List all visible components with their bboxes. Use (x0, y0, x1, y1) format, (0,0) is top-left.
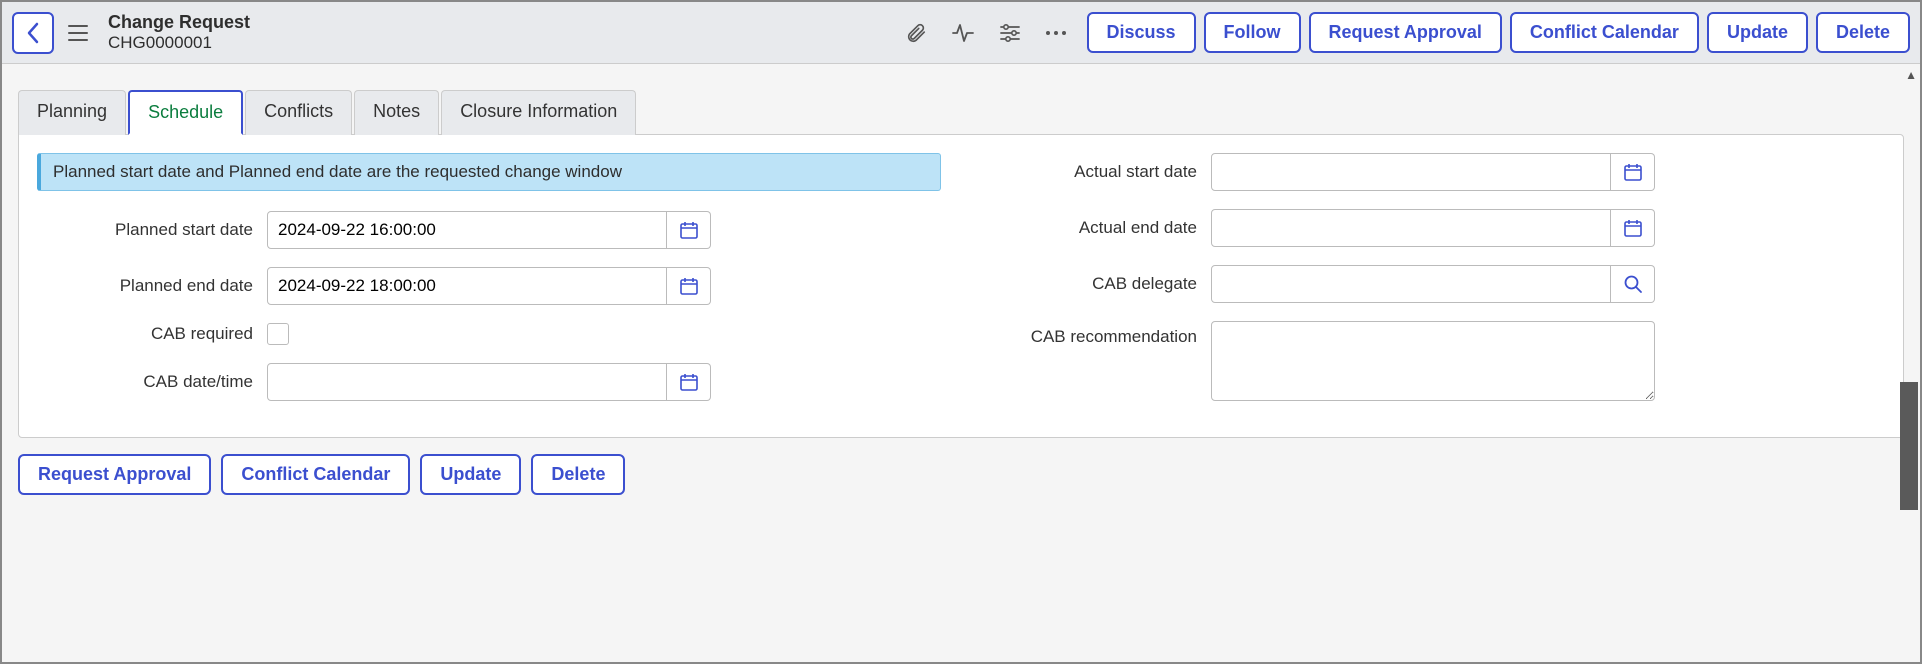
bottom-delete-button[interactable]: Delete (531, 454, 625, 495)
header-bar: Change Request CHG0000001 Discuss Follow… (2, 2, 1920, 64)
tab-closure[interactable]: Closure Information (441, 90, 636, 135)
attachment-icon[interactable] (905, 22, 927, 44)
tab-schedule[interactable]: Schedule (128, 90, 243, 135)
label-cab-recommendation: CAB recommendation (981, 321, 1211, 347)
activity-icon[interactable] (951, 23, 975, 43)
info-banner: Planned start date and Planned end date … (37, 153, 941, 191)
row-cab-recommendation: CAB recommendation (981, 321, 1885, 401)
settings-sliders-icon[interactable] (999, 23, 1021, 43)
content-area: Planning Schedule Conflicts Notes Closur… (2, 64, 1920, 662)
row-planned-start: Planned start date (37, 211, 941, 249)
actual-end-input[interactable] (1211, 209, 1611, 247)
chevron-left-icon (26, 22, 40, 44)
bottom-button-group: Request Approval Conflict Calendar Updat… (18, 454, 1904, 495)
tab-notes[interactable]: Notes (354, 90, 439, 135)
cab-datetime-calendar-button[interactable] (667, 363, 711, 401)
row-planned-end: Planned end date (37, 267, 941, 305)
planned-end-calendar-button[interactable] (667, 267, 711, 305)
left-column: Planned start date and Planned end date … (37, 153, 941, 419)
request-approval-button[interactable]: Request Approval (1309, 12, 1502, 53)
label-cab-delegate: CAB delegate (981, 274, 1211, 294)
row-actual-start: Actual start date (981, 153, 1885, 191)
calendar-icon (679, 220, 699, 240)
conflict-calendar-button[interactable]: Conflict Calendar (1510, 12, 1699, 53)
page-title: Change Request (108, 12, 895, 34)
more-icon[interactable] (1045, 30, 1067, 36)
label-actual-start: Actual start date (981, 162, 1211, 182)
back-button[interactable] (12, 12, 54, 54)
tab-conflicts[interactable]: Conflicts (245, 90, 352, 135)
row-cab-delegate: CAB delegate (981, 265, 1885, 303)
planned-end-input[interactable] (267, 267, 667, 305)
record-number: CHG0000001 (108, 33, 895, 53)
actual-end-calendar-button[interactable] (1611, 209, 1655, 247)
delete-button[interactable]: Delete (1816, 12, 1910, 53)
cab-delegate-input[interactable] (1211, 265, 1611, 303)
tab-planning[interactable]: Planning (18, 90, 126, 135)
label-cab-required: CAB required (37, 324, 267, 344)
header-icon-group (905, 22, 1067, 44)
menu-icon[interactable] (64, 20, 92, 46)
row-cab-datetime: CAB date/time (37, 363, 941, 401)
cab-datetime-input[interactable] (267, 363, 667, 401)
tab-strip: Planning Schedule Conflicts Notes Closur… (18, 90, 1904, 135)
right-column: Actual start date Actual end date (981, 153, 1885, 419)
calendar-icon (1623, 218, 1643, 238)
row-cab-required: CAB required (37, 323, 941, 345)
cab-recommendation-input[interactable] (1211, 321, 1655, 401)
planned-start-input[interactable] (267, 211, 667, 249)
cab-required-checkbox[interactable] (267, 323, 289, 345)
title-block: Change Request CHG0000001 (108, 12, 895, 54)
row-actual-end: Actual end date (981, 209, 1885, 247)
calendar-icon (679, 276, 699, 296)
actual-start-calendar-button[interactable] (1611, 153, 1655, 191)
bottom-request-approval-button[interactable]: Request Approval (18, 454, 211, 495)
actual-start-input[interactable] (1211, 153, 1611, 191)
tab-body-schedule: Planned start date and Planned end date … (18, 134, 1904, 438)
header-button-group: Discuss Follow Request Approval Conflict… (1087, 12, 1911, 53)
search-icon (1623, 274, 1643, 294)
scrollbar-thumb[interactable] (1900, 382, 1918, 510)
bottom-update-button[interactable]: Update (420, 454, 521, 495)
calendar-icon (1623, 162, 1643, 182)
bottom-conflict-calendar-button[interactable]: Conflict Calendar (221, 454, 410, 495)
label-actual-end: Actual end date (981, 218, 1211, 238)
scroll-up-arrow-icon[interactable]: ▲ (1905, 68, 1917, 82)
calendar-icon (679, 372, 699, 392)
update-button[interactable]: Update (1707, 12, 1808, 53)
cab-delegate-lookup-button[interactable] (1611, 265, 1655, 303)
discuss-button[interactable]: Discuss (1087, 12, 1196, 53)
label-planned-end: Planned end date (37, 276, 267, 296)
follow-button[interactable]: Follow (1204, 12, 1301, 53)
planned-start-calendar-button[interactable] (667, 211, 711, 249)
label-planned-start: Planned start date (37, 220, 267, 240)
label-cab-datetime: CAB date/time (37, 372, 267, 392)
